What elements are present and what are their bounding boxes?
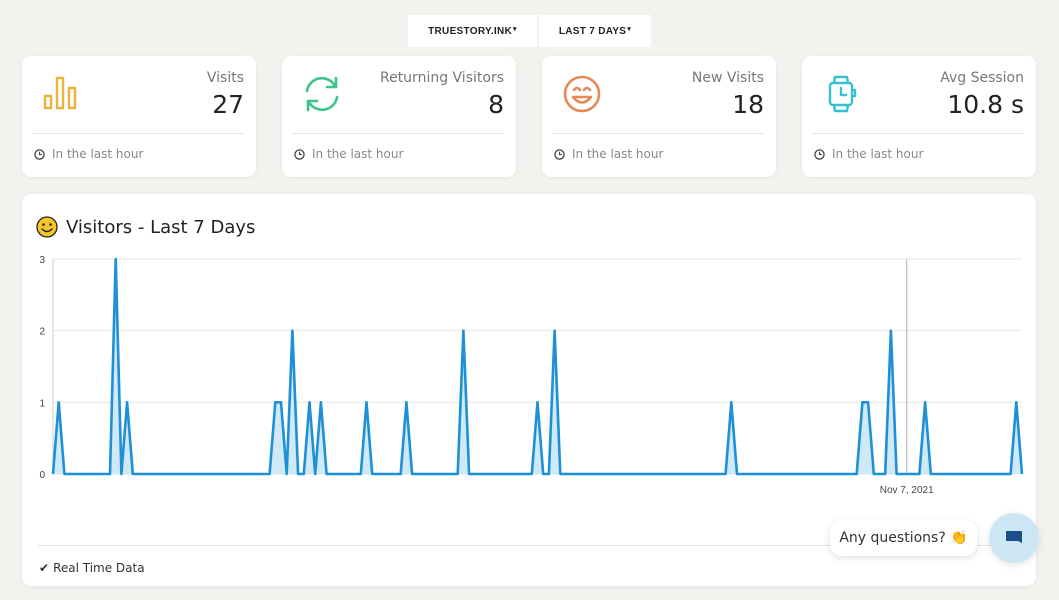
real-time-data-footer: ✔ Real Time Data [39,561,145,575]
visitors-area-chart: 0 1 2 3 Nov 7, 2021 [39,255,1024,496]
stat-footer: In the last hour [554,147,663,161]
series-area [53,259,1022,474]
clock-icon [34,148,45,160]
site-filter-dropdown[interactable]: TRUESTORY.INK ▾ [408,15,537,47]
range-filter-label: LAST 7 DAYS [558,25,627,37]
top-filters: TRUESTORY.INK ▾ LAST 7 DAYS ▾ [408,15,651,47]
chat-launcher-button[interactable] [989,513,1039,563]
questions-bubble[interactable]: Any questions? 👏 [830,520,977,556]
divider [32,133,244,134]
real-time-data-label: Real Time Data [53,561,145,575]
site-filter-label: TRUESTORY.INK [428,25,513,37]
data-point [319,401,323,404]
stat-footer: In the last hour [294,147,403,161]
stat-footer-text: In the last hour [832,147,924,161]
divider [292,133,504,134]
stat-footer-text: In the last hour [52,147,144,161]
stat-value: 18 [732,90,764,119]
stat-label: Returning Visitors [379,70,504,86]
bar-chart-icon [43,76,77,110]
y-tick-label: 3 [39,255,45,266]
data-point [536,401,539,404]
chat-icon [1006,531,1022,543]
data-point [405,401,408,404]
caret-down-icon: ▾ [513,26,517,33]
data-point [57,401,60,404]
stat-card-avg-session: Avg Session 10.8 s In the last hour [802,56,1036,177]
stat-footer-text: In the last hour [572,147,664,161]
clock-icon [294,148,305,160]
data-point [279,401,283,404]
data-point [365,401,368,404]
stat-value: 27 [212,90,244,119]
refresh-icon [305,76,339,112]
stat-footer: In the last hour [814,147,923,161]
stat-value: 10.8 s [947,90,1024,119]
x-tick-label: Nov 7, 2021 [880,485,934,496]
divider [812,133,1024,134]
data-point [553,329,556,332]
data-point [889,329,893,332]
data-point [114,257,117,261]
data-point [308,401,311,404]
stat-label: Avg Session [940,70,1024,86]
data-point [1015,401,1018,404]
checkmark-icon: ✔ [39,561,50,575]
stat-card-visits: Visits 27 In the last hour [22,56,256,177]
stat-footer-text: In the last hour [312,147,404,161]
smile-icon [563,75,601,113]
y-tick-label: 2 [39,327,45,338]
clock-icon [814,148,825,160]
data-point [923,401,927,404]
data-point [291,329,294,332]
data-point [730,401,733,404]
stat-card-returning-visitors: Returning Visitors 8 In the last hour [282,56,516,177]
clock-icon [554,148,565,160]
stat-footer: In the last hour [34,147,143,161]
y-tick-label: 1 [39,398,45,409]
stat-value: 8 [488,90,504,119]
caret-down-icon: ▾ [627,26,632,33]
data-point [866,401,870,404]
stat-label: Visits [206,70,244,86]
range-filter-dropdown[interactable]: LAST 7 DAYS ▾ [539,15,651,47]
watch-icon [828,75,857,113]
y-tick-label: 0 [39,470,45,481]
data-point [125,401,129,404]
divider [552,133,764,134]
stat-card-new-visits: New Visits 18 In the last hour [542,56,776,177]
stat-label: New Visits [691,70,764,86]
data-point [861,401,864,404]
data-point [274,401,277,404]
data-point [462,329,465,332]
questions-bubble-text: Any questions? 👏 [839,530,968,546]
